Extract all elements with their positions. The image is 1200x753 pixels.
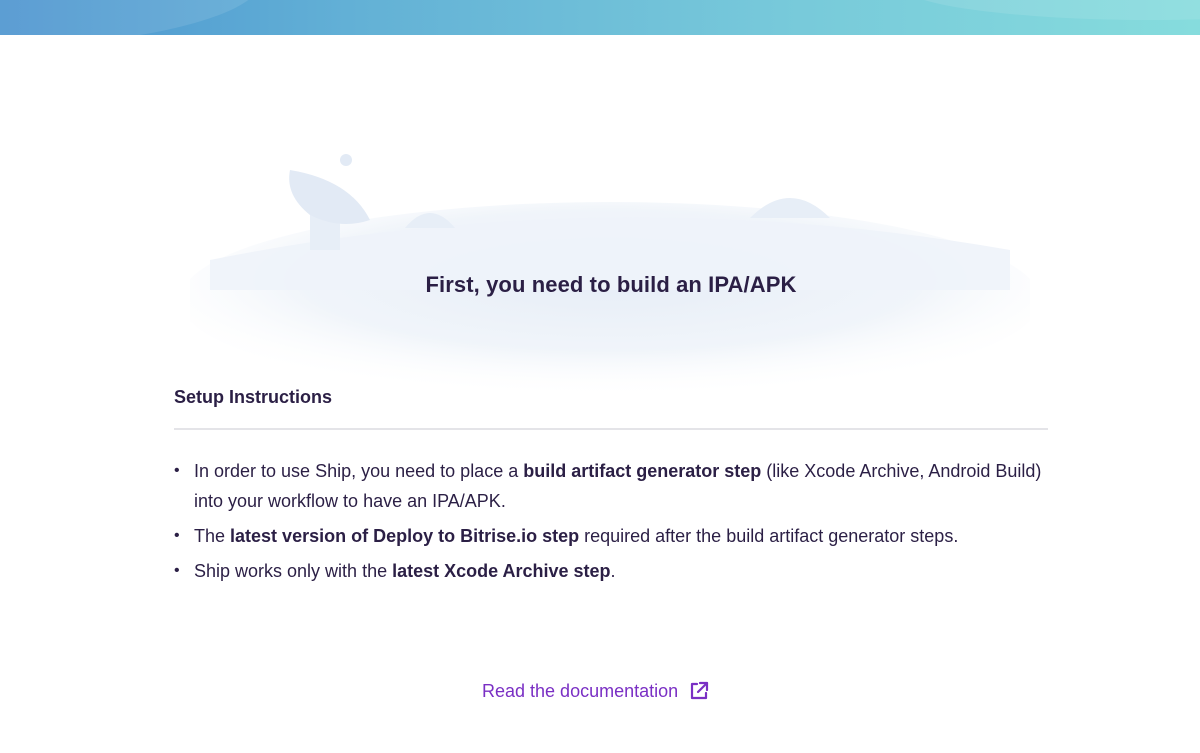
banner-decoration xyxy=(0,0,264,35)
bullet: • xyxy=(174,462,180,479)
setup-heading: Setup Instructions xyxy=(174,387,333,407)
external-link-icon xyxy=(691,681,709,700)
bullet: • xyxy=(174,562,180,579)
item-text: In order to use Ship, you need to place … xyxy=(194,461,524,481)
list-item: • In order to use Ship, you need to plac… xyxy=(174,456,1048,516)
list-item: • Ship works only with the latest Xcode … xyxy=(174,556,1048,586)
empty-state-title: First, you need to build an IPA/APK xyxy=(425,272,797,297)
banner-decoration xyxy=(900,0,1200,20)
setup-instructions-section: Setup Instructions • In order to use Shi… xyxy=(174,384,1048,591)
item-bold-text: latest version of Deploy to Bitrise.io s… xyxy=(230,526,580,546)
divider xyxy=(174,428,1048,430)
item-bold-text: latest Xcode Archive step xyxy=(392,561,611,581)
item-text: . xyxy=(610,561,616,581)
item-text: required after the build artifact genera… xyxy=(579,526,959,546)
item-text: The xyxy=(194,526,231,546)
bullet: • xyxy=(174,527,180,544)
item-bold-text: build artifact generator step xyxy=(523,461,762,481)
doc-link-label: Read the documentation xyxy=(482,680,679,701)
top-banner xyxy=(0,0,1200,35)
instructions-list: • In order to use Ship, you need to plac… xyxy=(174,456,1048,586)
read-documentation-link[interactable]: Read the documentation xyxy=(482,680,710,702)
item-text: Ship works only with the xyxy=(194,561,393,581)
list-item: • The latest version of Deploy to Bitris… xyxy=(174,521,1048,551)
